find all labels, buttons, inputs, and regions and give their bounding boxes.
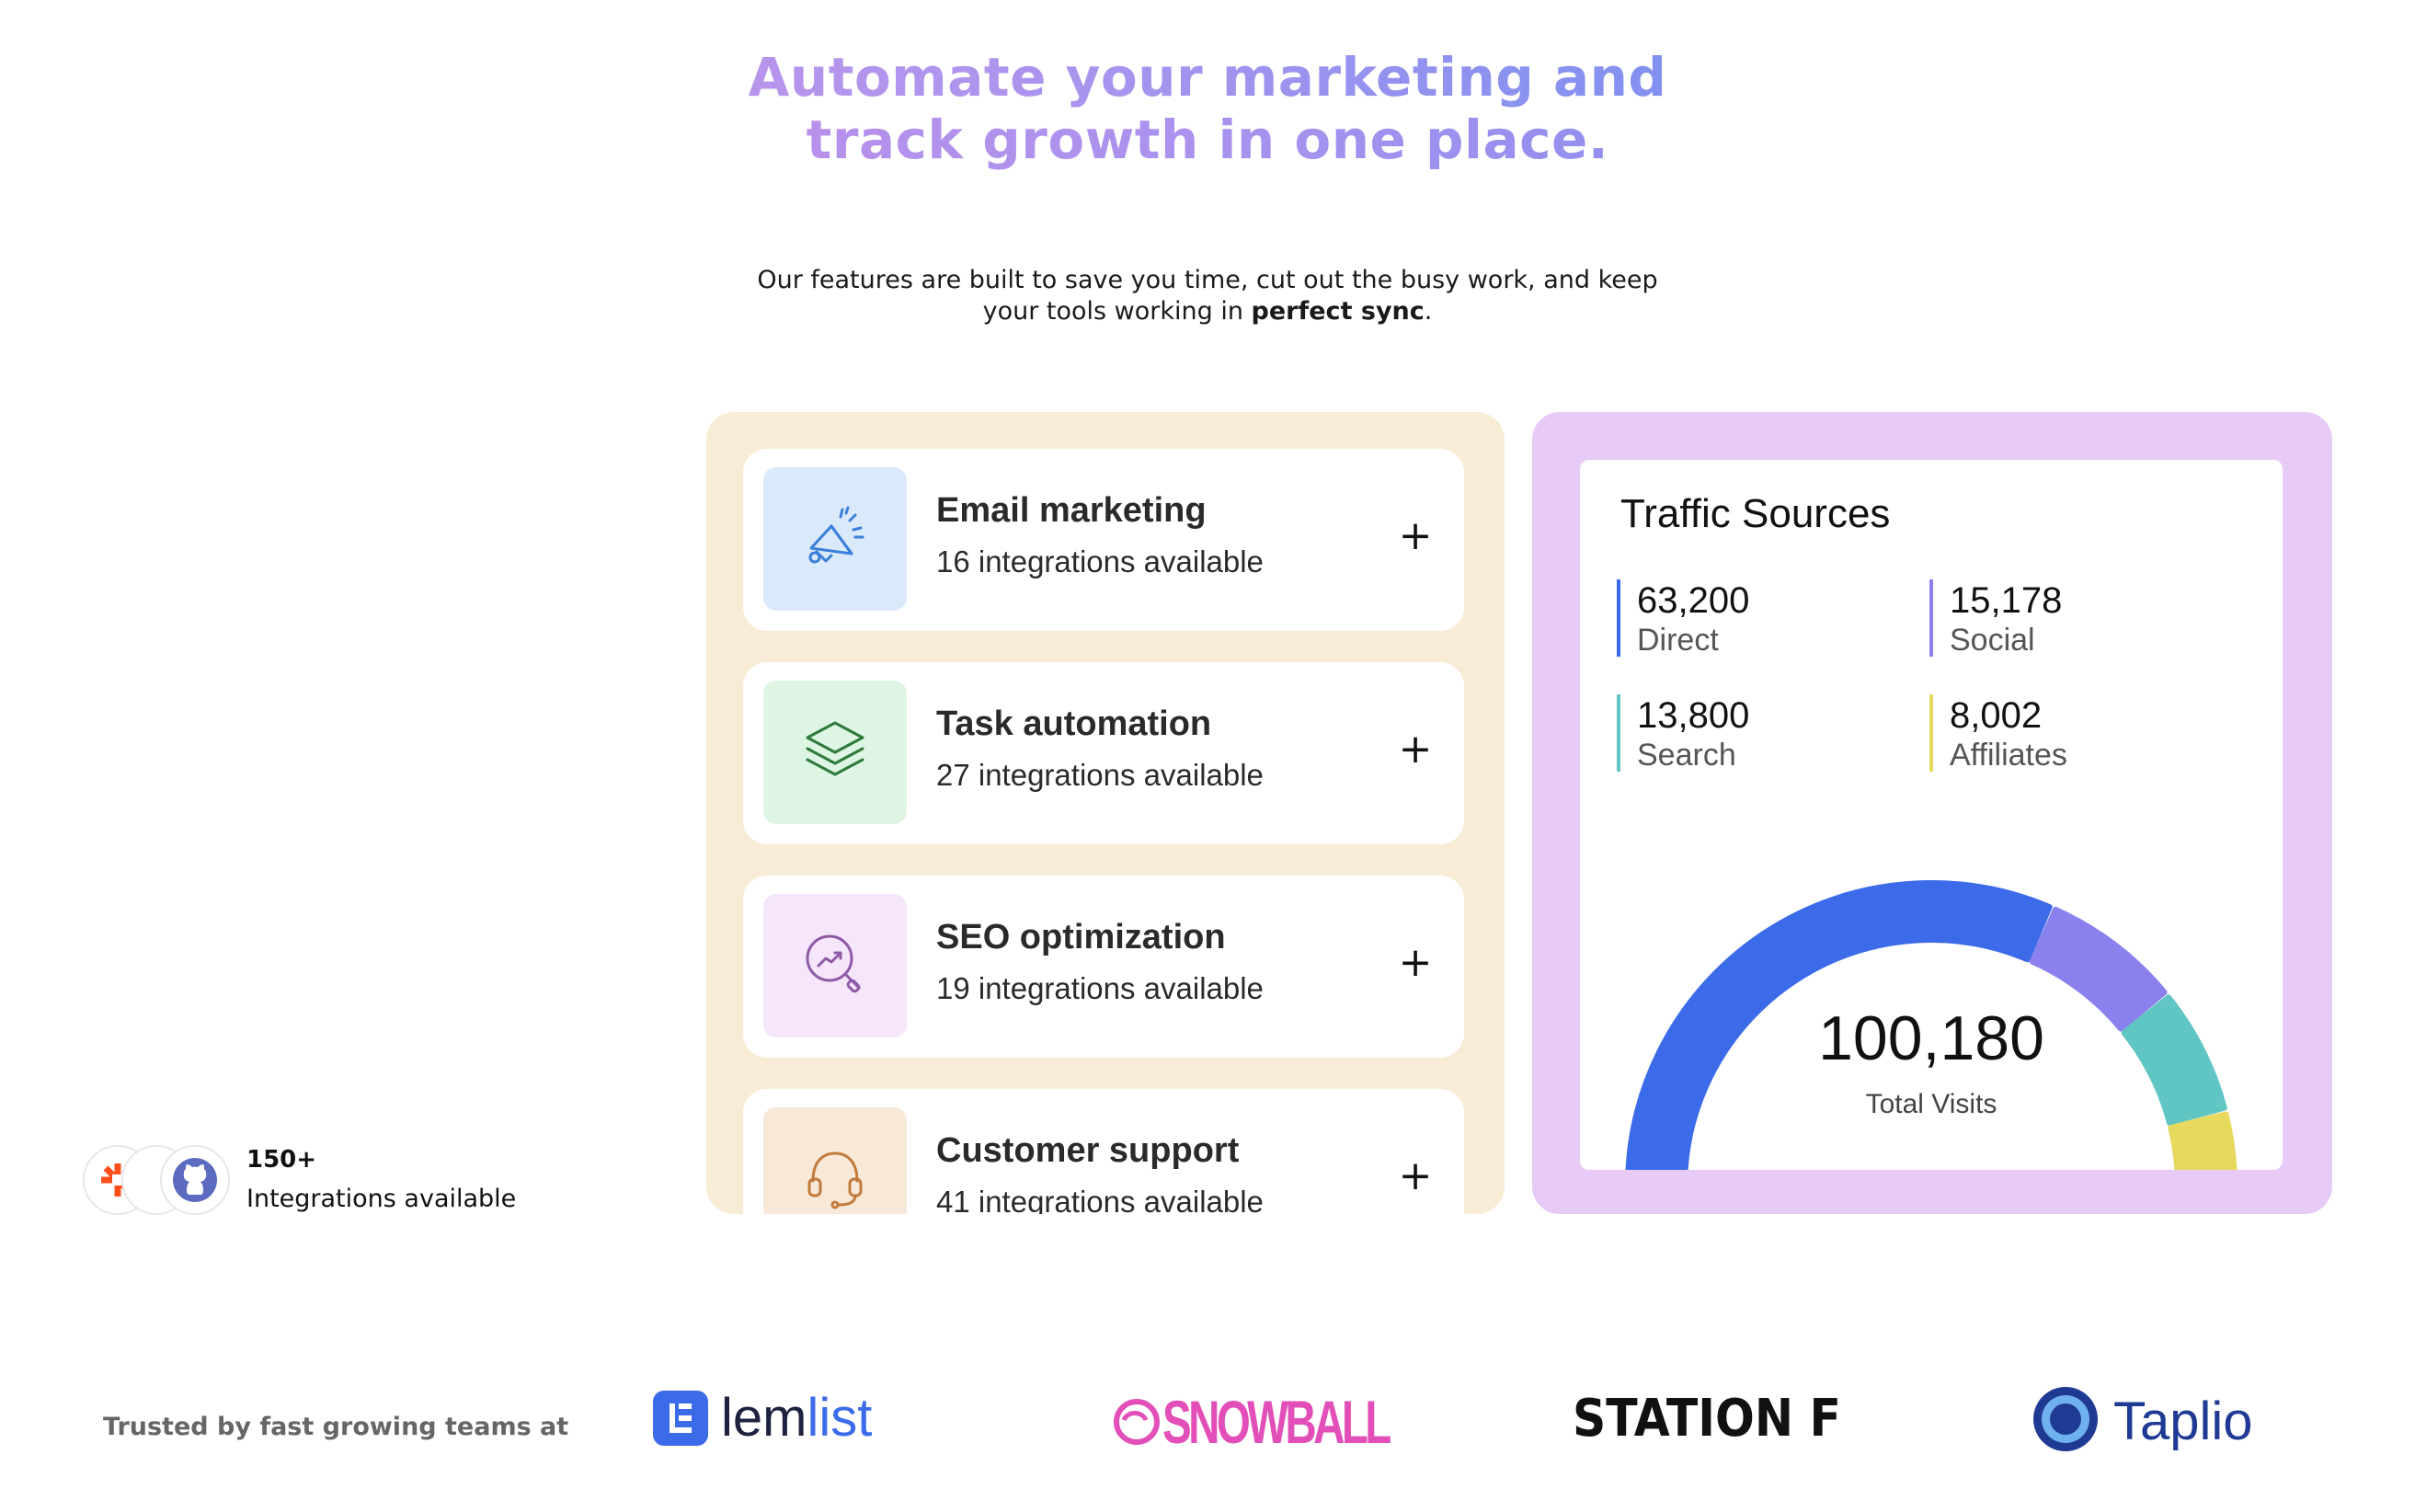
hero-title-line2: track growth in one place. bbox=[0, 109, 2415, 171]
snowball-logo: SNOWBALL bbox=[1111, 1387, 1476, 1457]
feature-title: Email marketing bbox=[936, 491, 1207, 530]
snowball-wordmark: SNOWBALL bbox=[1162, 1388, 1391, 1456]
hero-title-line1: Automate your marketing and bbox=[0, 46, 2415, 109]
feature-icon-box bbox=[763, 1107, 907, 1214]
total-visits-value: 100,180 bbox=[1818, 1003, 2044, 1073]
hero-subtitle-suffix: . bbox=[1424, 297, 1433, 326]
lemlist-mark-icon bbox=[653, 1391, 708, 1446]
station-f-wordmark: STATION F bbox=[1573, 1389, 1841, 1449]
taplio-wordmark: Taplio bbox=[2113, 1391, 2253, 1451]
hero-subtitle-line1: Our features are built to save you time,… bbox=[757, 266, 1658, 294]
traffic-card: Traffic Sources 63,200 Direct 15,178 Soc… bbox=[1580, 460, 2283, 1170]
feature-card-email-marketing[interactable]: Email marketing 16 integrations availabl… bbox=[743, 449, 1464, 631]
hero-title: Automate your marketing and track growth… bbox=[0, 46, 2415, 171]
feature-card-task-automation[interactable]: Task automation 27 integrations availabl… bbox=[743, 662, 1464, 844]
features-panel: Email marketing 16 integrations availabl… bbox=[706, 412, 1505, 1214]
expand-plus-icon[interactable]: + bbox=[1392, 931, 1438, 995]
lemlist-wordmark: lemlist bbox=[721, 1391, 872, 1446]
lemlist-wordmark-part: lem bbox=[721, 1388, 807, 1448]
integrations-label: Integrations available bbox=[246, 1185, 517, 1213]
taplio-mark-icon bbox=[2031, 1384, 2100, 1458]
layers-icon bbox=[798, 714, 872, 791]
total-visits-label: Total Visits bbox=[1865, 1089, 1997, 1119]
feature-title: SEO optimization bbox=[936, 918, 1226, 956]
taplio-logo: Taplio bbox=[2031, 1384, 2253, 1458]
hero-subtitle: Our features are built to save you time,… bbox=[0, 265, 2415, 327]
feature-card-customer-support[interactable]: Customer support 41 integrations availab… bbox=[743, 1089, 1464, 1214]
megaphone-icon bbox=[798, 500, 872, 578]
expand-plus-icon[interactable]: + bbox=[1392, 717, 1438, 782]
integrations-count: 150+ bbox=[246, 1146, 317, 1174]
hero-subtitle-line2: your tools working in perfect sync. bbox=[0, 296, 2415, 327]
headset-icon bbox=[798, 1140, 872, 1214]
expand-plus-icon[interactable]: + bbox=[1392, 1144, 1438, 1208]
feature-subtitle: 16 integrations available bbox=[936, 544, 1264, 578]
integrations-avatars bbox=[83, 1145, 239, 1219]
station-f-logo: STATION F bbox=[1573, 1389, 1871, 1449]
feature-subtitle: 27 integrations available bbox=[936, 758, 1264, 792]
trusted-label: Trusted by fast growing teams at bbox=[103, 1413, 569, 1441]
feature-subtitle: 41 integrations available bbox=[936, 1185, 1264, 1214]
feature-title: Customer support bbox=[936, 1131, 1240, 1170]
hero-subtitle-bold: perfect sync bbox=[1251, 297, 1425, 326]
feature-icon-box bbox=[763, 467, 907, 611]
traffic-panel: Traffic Sources 63,200 Direct 15,178 Soc… bbox=[1532, 412, 2332, 1214]
feature-subtitle: 19 integrations available bbox=[936, 971, 1264, 1005]
lemlist-wordmark-part: list bbox=[807, 1388, 873, 1448]
feature-title: Task automation bbox=[936, 704, 1212, 743]
hero-subtitle-prefix: your tools working in bbox=[982, 297, 1252, 326]
seo-search-icon bbox=[798, 927, 872, 1004]
github-icon bbox=[160, 1145, 230, 1215]
feature-card-seo-optimization[interactable]: SEO optimization 19 integrations availab… bbox=[743, 876, 1464, 1058]
feature-icon-box bbox=[763, 894, 907, 1037]
lemlist-logo: lemlist bbox=[653, 1391, 872, 1446]
snowball-swirl-icon bbox=[1111, 1392, 1162, 1451]
expand-plus-icon[interactable]: + bbox=[1392, 504, 1438, 568]
feature-icon-box bbox=[763, 681, 907, 824]
